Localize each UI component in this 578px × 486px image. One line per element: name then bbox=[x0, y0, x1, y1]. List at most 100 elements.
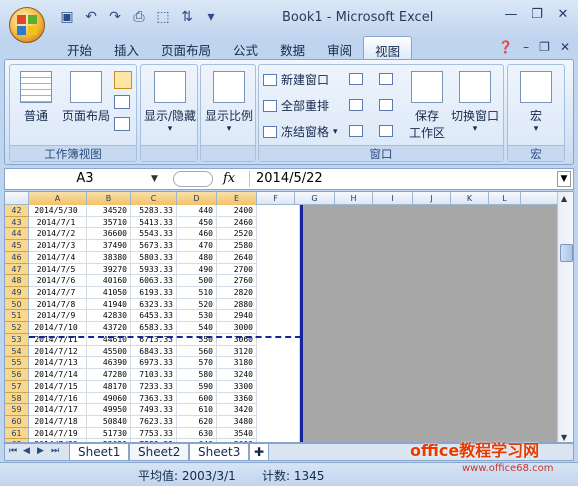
cell[interactable]: 480 bbox=[177, 251, 217, 264]
chevron-down-icon[interactable]: ▼ bbox=[151, 169, 165, 189]
cell[interactable]: 35710 bbox=[87, 216, 131, 229]
cell[interactable]: 6453.33 bbox=[131, 310, 177, 323]
row-header[interactable]: 52 bbox=[5, 322, 29, 334]
sheet-tab-3[interactable]: Sheet3 bbox=[189, 444, 250, 461]
cell[interactable]: 48170 bbox=[87, 380, 131, 393]
cell[interactable]: 7233.33 bbox=[131, 380, 177, 393]
custom-views-icon[interactable] bbox=[114, 95, 130, 109]
row-header[interactable]: 47 bbox=[5, 263, 29, 276]
cell[interactable]: 2580 bbox=[217, 240, 257, 252]
column-header-a[interactable]: A bbox=[29, 192, 87, 205]
cell[interactable]: 7493.33 bbox=[131, 404, 177, 416]
cell[interactable]: 2880 bbox=[217, 298, 257, 311]
cell[interactable]: 45500 bbox=[87, 345, 131, 358]
column-header-h[interactable]: H bbox=[335, 192, 373, 205]
sheet-tab-1[interactable]: Sheet1 bbox=[69, 444, 130, 461]
column-header-c[interactable]: C bbox=[131, 192, 177, 205]
name-box[interactable]: A3 bbox=[5, 169, 165, 189]
column-header-f[interactable]: F bbox=[257, 192, 295, 205]
row-header[interactable]: 57 bbox=[5, 380, 29, 393]
cell[interactable]: 2014/7/16 bbox=[29, 392, 87, 405]
row-header[interactable]: 53 bbox=[5, 333, 29, 346]
doc-restore-icon[interactable]: ❐ bbox=[539, 40, 550, 54]
page-layout-view-button[interactable]: 页面布局 bbox=[60, 71, 112, 124]
cell[interactable]: 610 bbox=[177, 404, 217, 416]
cell[interactable]: 5413.33 bbox=[131, 216, 177, 229]
cell[interactable]: 49950 bbox=[87, 404, 131, 416]
cell[interactable]: 2014/7/13 bbox=[29, 357, 87, 370]
switch-windows-button[interactable]: 切换窗口 ▾ bbox=[449, 71, 501, 134]
zoom-button[interactable]: 显示比例 ▾ bbox=[202, 71, 256, 134]
cell[interactable]: 42830 bbox=[87, 310, 131, 323]
show-hide-button[interactable]: 显示/隐藏 ▾ bbox=[143, 71, 197, 134]
cell[interactable]: 3420 bbox=[217, 404, 257, 416]
column-header-i[interactable]: I bbox=[373, 192, 413, 205]
reset-position-icon[interactable] bbox=[379, 125, 393, 137]
cell[interactable]: 6323.33 bbox=[131, 298, 177, 311]
cell[interactable]: 49060 bbox=[87, 392, 131, 405]
cell[interactable]: 2014/7/19 bbox=[29, 427, 87, 440]
cell[interactable]: 2014/7/18 bbox=[29, 415, 87, 428]
row-header[interactable]: 50 bbox=[5, 298, 29, 311]
cell[interactable]: 7753.33 bbox=[131, 427, 177, 440]
restore-icon[interactable]: ❐ bbox=[528, 6, 546, 24]
cell[interactable]: 2640 bbox=[217, 251, 257, 264]
cell[interactable]: 6193.33 bbox=[131, 287, 177, 299]
column-header-l[interactable]: L bbox=[489, 192, 521, 205]
row-header[interactable]: 58 bbox=[5, 392, 29, 405]
column-header-k[interactable]: K bbox=[451, 192, 489, 205]
cell[interactable]: 2014/7/4 bbox=[29, 251, 87, 264]
selection-icon[interactable]: ⬚ bbox=[154, 8, 172, 26]
page-break-horizontal[interactable] bbox=[29, 336, 301, 338]
row-header[interactable]: 44 bbox=[5, 228, 29, 241]
cell[interactable]: 2014/7/8 bbox=[29, 298, 87, 311]
tab-data[interactable]: 数据 bbox=[269, 36, 316, 60]
normal-view-button[interactable]: 普通 bbox=[18, 71, 54, 124]
arrange-all-button[interactable]: 全部重排 bbox=[263, 97, 329, 114]
help-icon[interactable]: ❓ bbox=[498, 40, 513, 54]
cell[interactable]: 47280 bbox=[87, 369, 131, 381]
cell[interactable]: 590 bbox=[177, 380, 217, 393]
cell[interactable]: 5673.33 bbox=[131, 240, 177, 252]
redo-icon[interactable]: ↷ bbox=[106, 8, 124, 26]
cell[interactable]: 3180 bbox=[217, 357, 257, 370]
cell[interactable]: 6063.33 bbox=[131, 275, 177, 288]
cell[interactable]: 5543.33 bbox=[131, 228, 177, 241]
cell[interactable]: 530 bbox=[177, 310, 217, 323]
cell[interactable]: 39270 bbox=[87, 263, 131, 276]
cell[interactable]: 41050 bbox=[87, 287, 131, 299]
cell[interactable]: 7623.33 bbox=[131, 415, 177, 428]
insert-function-button[interactable]: fx bbox=[223, 171, 235, 186]
column-f-area[interactable] bbox=[261, 205, 300, 442]
cell[interactable]: 46390 bbox=[87, 357, 131, 370]
print-preview-icon[interactable]: ⎙ bbox=[130, 8, 148, 26]
doc-minimize-icon[interactable]: – bbox=[523, 40, 529, 54]
split-icon[interactable] bbox=[349, 73, 363, 85]
row-header[interactable]: 46 bbox=[5, 251, 29, 264]
cell[interactable]: 2014/7/14 bbox=[29, 369, 87, 381]
cell[interactable]: 2700 bbox=[217, 263, 257, 276]
cell[interactable]: 2014/7/15 bbox=[29, 380, 87, 393]
column-header-d[interactable]: D bbox=[177, 192, 217, 205]
cell[interactable]: 50840 bbox=[87, 415, 131, 428]
sync-scroll-icon[interactable] bbox=[379, 99, 393, 111]
new-window-button[interactable]: 新建窗口 bbox=[263, 71, 329, 88]
cell[interactable]: 3540 bbox=[217, 427, 257, 440]
cell[interactable]: 3300 bbox=[217, 380, 257, 393]
cell[interactable]: 43720 bbox=[87, 322, 131, 334]
tab-page-layout[interactable]: 页面布局 bbox=[150, 36, 222, 60]
undo-icon[interactable]: ↶ bbox=[82, 8, 100, 26]
row-header[interactable]: 54 bbox=[5, 345, 29, 358]
cell[interactable]: 2014/7/7 bbox=[29, 287, 87, 299]
tab-insert[interactable]: 插入 bbox=[103, 36, 150, 60]
tab-view[interactable]: 视图 bbox=[363, 36, 413, 60]
formula-bar-splitter[interactable] bbox=[173, 171, 213, 187]
row-header[interactable]: 49 bbox=[5, 287, 29, 299]
cell[interactable]: 37490 bbox=[87, 240, 131, 252]
close-icon[interactable]: ✕ bbox=[554, 6, 572, 24]
row-header[interactable]: 55 bbox=[5, 357, 29, 370]
formula-input[interactable]: 2014/5/22 bbox=[249, 171, 323, 187]
cell[interactable]: 440 bbox=[177, 205, 217, 217]
cell[interactable]: 3240 bbox=[217, 369, 257, 381]
tab-home[interactable]: 开始 bbox=[56, 36, 103, 60]
